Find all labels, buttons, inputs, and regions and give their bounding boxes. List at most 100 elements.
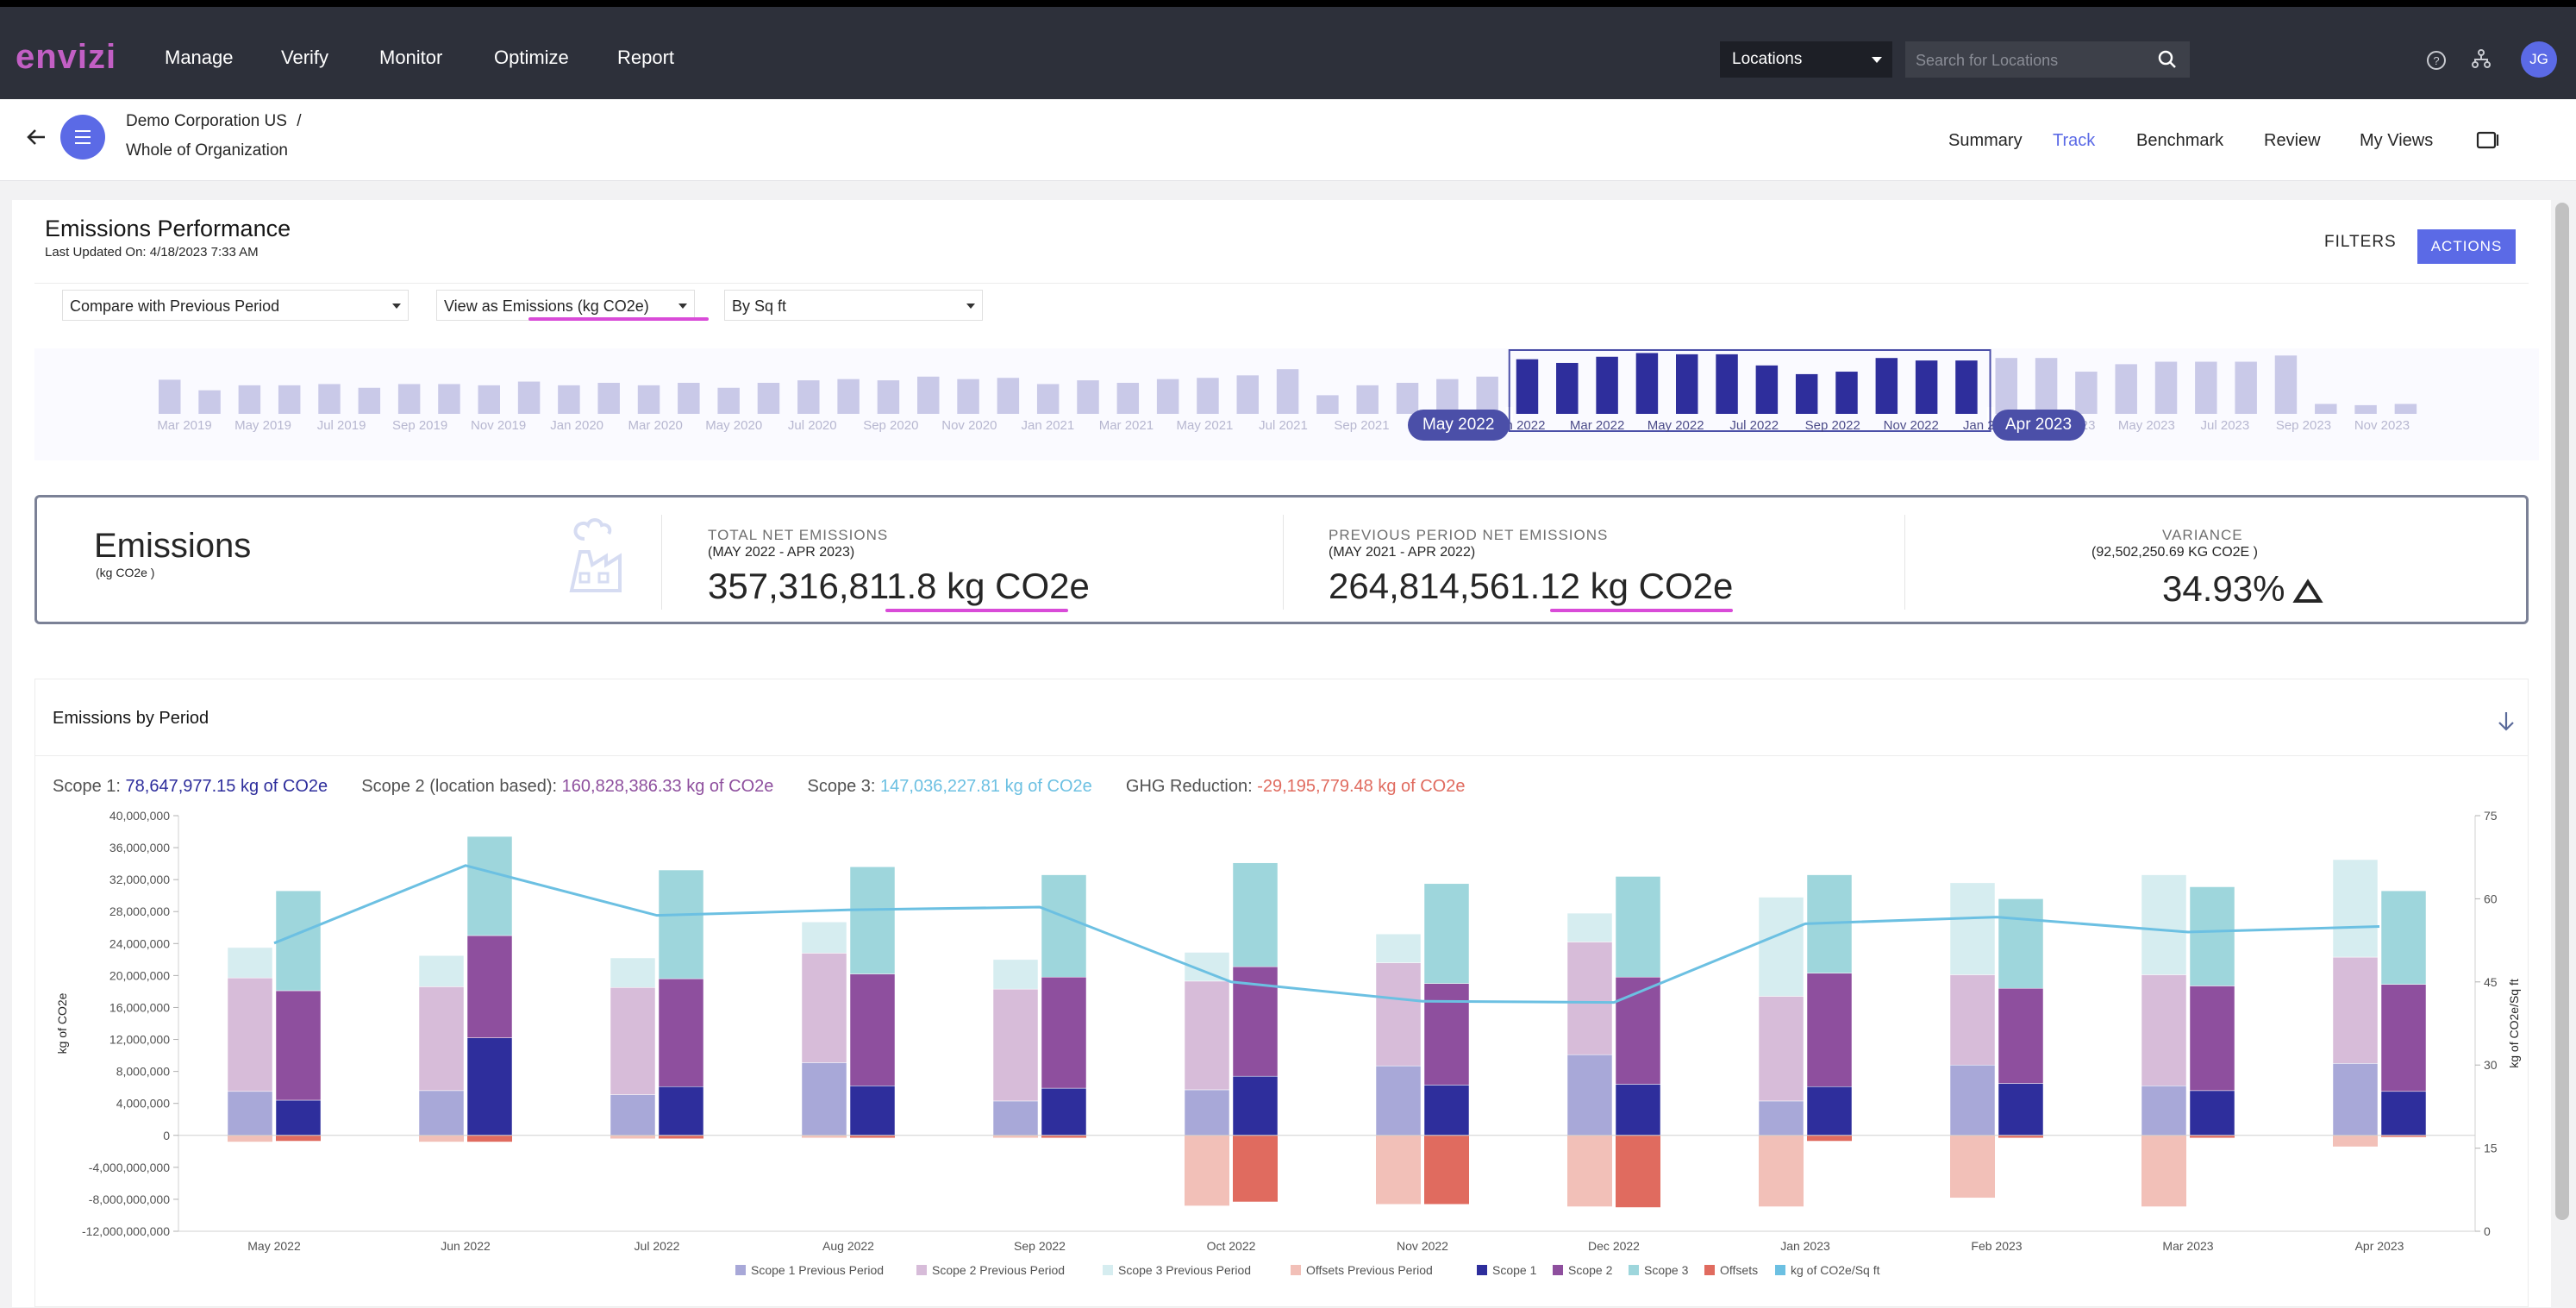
page-scrollbar[interactable] (2552, 203, 2569, 1220)
intensity-line (273, 864, 2380, 1004)
timeline-bar (1316, 395, 1339, 414)
svg-text:?: ? (2433, 54, 2439, 67)
timeline-bar (837, 379, 860, 414)
x-tick-label: Jan 2023 (1780, 1239, 1830, 1253)
timeline-tick-label: Mar 2021 (1099, 418, 1154, 433)
timeline-tick-label: Jan 2020 (550, 418, 603, 433)
tab-benchmark[interactable]: Benchmark (2136, 131, 2223, 151)
divider (1283, 515, 1284, 610)
x-tick-label: Feb 2023 (1971, 1239, 2022, 1253)
view-as-dropdown-value: View as Emissions (kg CO2e) (444, 297, 649, 315)
current-scope2-bar (1041, 976, 1087, 1089)
timeline-bar (1596, 356, 1618, 414)
nav-manage[interactable]: Manage (165, 47, 234, 69)
legend-swatch (1477, 1265, 1487, 1275)
compare-dropdown[interactable]: Compare with Previous Period (62, 290, 409, 321)
timeline-navigator[interactable]: Mar 2019 May 2019 Jul 2019 Sep 2019 Nov 2019… (34, 348, 2539, 460)
current-scope1-bar (1232, 1075, 1279, 1136)
previous-offsets-bar (1759, 1135, 1804, 1207)
current-offsets-bar (276, 1135, 321, 1142)
breadcrumb-org[interactable]: Demo Corporation US / (126, 112, 301, 131)
previous-scope3-bar (1566, 912, 1613, 942)
current-scope1-bar (2380, 1091, 2427, 1136)
range-end-handle[interactable]: Apr 2023 (1991, 410, 2085, 441)
timeline-tick-label: Nov 2023 (2354, 418, 2410, 433)
timeline-bar (597, 383, 620, 414)
download-arrow-icon[interactable] (2497, 710, 2516, 733)
previous-period-label: PREVIOUS PERIOD NET EMISSIONS (1329, 527, 1609, 543)
nav-optimize[interactable]: Optimize (494, 47, 569, 69)
previous-scope1-bar (1949, 1064, 1996, 1136)
tab-review[interactable]: Review (2264, 131, 2321, 151)
divider (1904, 515, 1905, 610)
legend-label: Offsets (1720, 1263, 1758, 1277)
previous-scope1-bar (992, 1100, 1039, 1136)
timeline-tick-label: Mar 2020 (628, 418, 683, 433)
breadcrumb-scope[interactable]: Whole of Organization (126, 141, 288, 160)
current-offsets-bar (659, 1135, 703, 1139)
ghg-reduction-value: -29,195,779.48 kg of CO2e (1257, 777, 1466, 796)
filters-button[interactable]: FILTERS (2324, 233, 2397, 252)
tab-track[interactable]: Track (2053, 131, 2095, 151)
presentation-view-icon[interactable] (2476, 130, 2500, 151)
range-grip (1510, 407, 1513, 421)
view-as-dropdown[interactable]: View as Emissions (kg CO2e) (436, 290, 695, 321)
locations-dropdown[interactable]: Locations (1720, 41, 1892, 78)
scrollbar-thumb[interactable] (2555, 203, 2569, 1220)
previous-offsets-bar (1185, 1135, 1229, 1206)
help-icon[interactable]: ? (2426, 50, 2447, 71)
timeline-chart[interactable]: Mar 2019 May 2019 Jul 2019 Sep 2019 Nov 2019… (34, 348, 2539, 460)
total-net-emissions-value: 357,316,811.8 kg CO2e (708, 566, 1090, 606)
sub-header: Demo Corporation US / Whole of Organizat… (0, 99, 2576, 181)
total-net-emissions-label: TOTAL NET EMISSIONS (708, 527, 889, 543)
previous-scope2-bar (2332, 956, 2379, 1064)
tab-my-views[interactable]: My Views (2360, 131, 2433, 151)
by-area-dropdown[interactable]: By Sq ft (724, 290, 983, 321)
legend-label: Scope 2 Previous Period (932, 1263, 1065, 1277)
current-scope3-bar (1615, 876, 1661, 978)
timeline-bar (1835, 372, 1858, 414)
back-arrow-icon[interactable] (24, 125, 48, 149)
envizi-logo[interactable]: envizi (16, 38, 116, 77)
current-scope2-bar (466, 935, 513, 1038)
nav-report[interactable]: Report (617, 47, 674, 69)
timeline-bar (1356, 385, 1379, 414)
current-scope2-bar (1423, 983, 1470, 1086)
timeline-tick-label: Jul 2022 (1729, 418, 1779, 433)
timeline-bar (1276, 369, 1299, 414)
legend-swatch (1103, 1265, 1113, 1275)
search-icon[interactable] (2157, 49, 2178, 70)
x-tick-label: Nov 2022 (1397, 1239, 1448, 1253)
actions-button[interactable]: ACTIONS (2417, 229, 2516, 264)
by-area-dropdown-value: By Sq ft (732, 297, 787, 315)
y-tick-label: 32,000,000 (109, 873, 170, 886)
location-search-input[interactable]: Search for Locations (1905, 41, 2190, 78)
divider (34, 283, 2529, 284)
tab-summary[interactable]: Summary (1948, 131, 2023, 151)
nav-verify[interactable]: Verify (281, 47, 328, 69)
previous-scope2-bar (2141, 974, 2187, 1086)
legend-label: Scope 2 (1568, 1263, 1613, 1277)
range-start-handle[interactable]: May 2022 (1407, 410, 1510, 441)
menu-icon[interactable] (60, 115, 105, 160)
user-avatar[interactable]: JG (2521, 41, 2557, 78)
x-tick-label: Apr 2023 (2355, 1239, 2404, 1253)
org-hierarchy-icon[interactable] (2471, 48, 2492, 69)
current-scope2-bar (1806, 973, 1853, 1087)
x-tick-label: Oct 2022 (1207, 1239, 1256, 1253)
previous-offsets-bar (419, 1135, 464, 1142)
timeline-bar (1077, 380, 1099, 414)
divider (661, 515, 662, 610)
previous-scope1-bar (1566, 1054, 1613, 1136)
timeline-tick-label: Sep 2019 (392, 418, 447, 433)
chevron-down-icon (966, 304, 975, 309)
nav-monitor[interactable]: Monitor (379, 47, 442, 69)
previous-scope1-bar (610, 1094, 656, 1136)
timeline-tick-label: Mar 2022 (1570, 418, 1624, 433)
factory-emissions-icon (569, 518, 622, 592)
timeline-bar (2035, 358, 2058, 414)
timeline-tick-label: Sep 2022 (1805, 418, 1860, 433)
y-tick-label: -4,000,000,000 (89, 1161, 170, 1174)
timeline-tick-label: May 2023 (2118, 418, 2175, 433)
current-scope3-bar (466, 835, 513, 936)
